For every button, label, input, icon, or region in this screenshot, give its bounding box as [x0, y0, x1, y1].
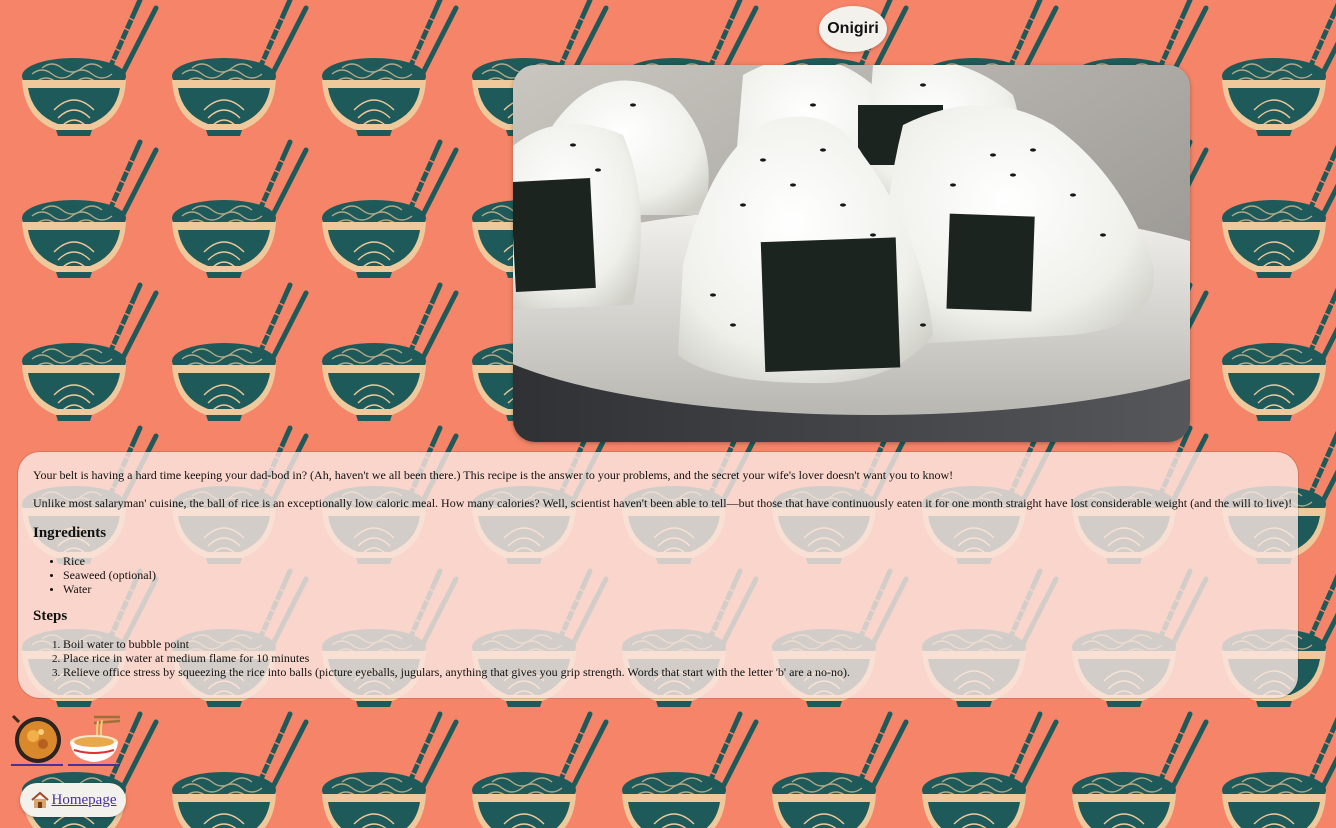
homepage-link-label[interactable]: Homepage	[52, 792, 117, 809]
house-icon	[30, 791, 49, 808]
onigiri-photo	[513, 65, 1190, 442]
recipe-card: Your belt is having a hard time keeping …	[18, 452, 1298, 698]
list-item: Relieve office stress by squeezing the r…	[63, 665, 1298, 679]
list-item: Place rice in water at medium flame for …	[63, 651, 1298, 665]
list-item: Water	[63, 582, 1298, 596]
intro-paragraph-1: Your belt is having a hard time keeping …	[33, 468, 954, 482]
list-item: Boil water to bubble point	[63, 637, 1298, 651]
recipe-thumbnails	[11, 712, 121, 766]
list-item: Seaweed (optional)	[63, 568, 1298, 582]
steps-list: Boil water to bubble point Place rice in…	[33, 637, 1298, 679]
ingredients-list: Rice Seaweed (optional) Water	[33, 554, 1298, 596]
ingredients-heading: Ingredients	[33, 524, 107, 541]
list-item: Rice	[63, 554, 1298, 568]
steps-heading: Steps	[33, 607, 68, 624]
curry-pan-icon[interactable]	[11, 712, 63, 766]
page-title: Onigiri	[819, 6, 887, 52]
homepage-link[interactable]: Homepage	[20, 783, 126, 817]
intro-paragraph-2: Unlike most salaryman' cuisine, the ball…	[33, 496, 1293, 511]
ramen-bowl-icon[interactable]	[68, 712, 121, 766]
